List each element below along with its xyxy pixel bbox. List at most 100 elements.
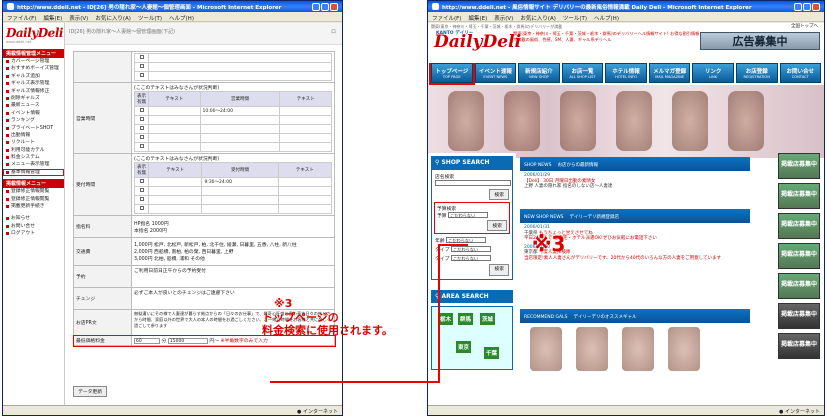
uketsuke-hours-input[interactable]: 9:30〜24:00: [201, 177, 279, 187]
nav-item[interactable]: イベント情報: [3, 110, 64, 117]
nav-item[interactable]: 利用可能カテル: [3, 147, 64, 154]
checkbox[interactable]: [139, 64, 144, 68]
shimei-textarea[interactable]: HP指名 1000円 本指名 2000円: [131, 215, 335, 238]
nav-item[interactable]: 出勤情報: [3, 132, 64, 139]
site-logo[interactable]: DailyDeli: [434, 32, 521, 52]
nav-item[interactable]: 最新ニュース: [3, 102, 64, 109]
menu-help[interactable]: ヘルプ(H): [169, 14, 194, 22]
nav-link[interactable]: リンク LINK: [692, 63, 734, 83]
photo-placeholder[interactable]: [622, 327, 654, 371]
menu-view[interactable]: 表示(V): [494, 14, 513, 22]
budget-select[interactable]: こだわらない: [448, 212, 489, 218]
area-chiba[interactable]: 千葉: [484, 347, 500, 359]
close-icon[interactable]: [330, 2, 338, 11]
photo-placeholder[interactable]: [616, 91, 652, 151]
checkbox[interactable]: [139, 117, 144, 121]
all-top-link[interactable]: 全国トップへ: [791, 23, 818, 29]
nav-item[interactable]: 削除ギャルズ: [3, 95, 64, 102]
detail-search-button[interactable]: 検索: [489, 264, 509, 276]
shop-name-input[interactable]: [435, 180, 511, 186]
data-update-button[interactable]: データ更新: [73, 386, 107, 397]
menu-favorites[interactable]: お気に入り(A): [95, 14, 131, 22]
nav-item[interactable]: プライベートSHOT: [3, 125, 64, 132]
nav-hotel[interactable]: ホテル情報 HOTEL INFO: [605, 63, 647, 83]
area-ibaraki[interactable]: 茨城: [480, 313, 496, 325]
nav-all-shop[interactable]: お店一覧 ALL SHOP LIST: [561, 63, 604, 83]
site-window-titlebar[interactable]: http://www.ddeli.net - 風俗情報サイト デリバリーの最新風…: [428, 1, 824, 12]
checkbox[interactable]: [139, 179, 144, 183]
side-ad[interactable]: 掲載店募集中: [778, 213, 820, 239]
photo-placeholder[interactable]: [530, 327, 562, 371]
nav-top-page[interactable]: トップページ TOP PAGE: [429, 61, 475, 85]
nav-new-shop[interactable]: 新規店紹介 NEW SHOP: [518, 63, 560, 83]
nav-item[interactable]: 登録修正情報閲覧: [3, 196, 64, 203]
menu-edit[interactable]: 編集(E): [468, 14, 487, 22]
checkbox[interactable]: [139, 206, 144, 210]
checkbox[interactable]: [139, 144, 144, 148]
yoyaku-textarea[interactable]: ご利用日前日正午からの予約受付: [131, 265, 335, 288]
change-textarea[interactable]: 必ずご本人が良いとのチェンジはご遠慮下さい: [131, 287, 335, 310]
nav-item[interactable]: ログアウト: [3, 230, 64, 237]
nav-item[interactable]: 料金システム: [3, 154, 64, 161]
checkbox[interactable]: [139, 188, 144, 192]
menu-tools[interactable]: ツール(T): [563, 14, 587, 22]
checkbox[interactable]: [139, 197, 144, 201]
saitei-minutes-input[interactable]: 60: [134, 338, 160, 344]
checkbox[interactable]: [139, 55, 144, 59]
side-ad[interactable]: 掲載店募集中: [778, 153, 820, 179]
photo-placeholder[interactable]: [560, 91, 596, 151]
area-tokyo[interactable]: 東京: [456, 341, 472, 353]
checkbox[interactable]: [139, 73, 144, 77]
kotsu-textarea[interactable]: 1,000円 松戸, 北松戸, 新松戸, 柏, 北千住, 綾瀬, 日暮里, 五香…: [131, 237, 335, 266]
nav-item[interactable]: カバーページ管理: [3, 58, 64, 65]
side-ad[interactable]: 掲載店募集中: [778, 243, 820, 269]
nav-item[interactable]: お問い合せ: [3, 223, 64, 230]
eigyo-hours-input[interactable]: 10:00〜24:00: [199, 106, 281, 116]
menu-file[interactable]: ファイル(F): [7, 14, 36, 22]
checkbox[interactable]: [139, 126, 144, 130]
nav-item-basic-info[interactable]: 基本情報管理: [3, 168, 64, 177]
budget-search-button[interactable]: 検索: [487, 220, 507, 231]
minimize-icon[interactable]: [794, 2, 802, 11]
side-ad[interactable]: 掲載店募集中: [778, 273, 820, 299]
area-tochigi[interactable]: 栃木: [438, 313, 454, 325]
nav-registration[interactable]: お店登録 REGISTRATION: [735, 63, 778, 83]
close-icon[interactable]: [812, 2, 820, 11]
menu-favorites[interactable]: お気に入り(A): [520, 14, 556, 22]
photo-placeholder[interactable]: [504, 91, 540, 151]
photo-placeholder[interactable]: [576, 327, 608, 371]
nav-item[interactable]: ギャルズ追加: [3, 73, 64, 80]
nav-item[interactable]: リクルート: [3, 139, 64, 146]
shop-search-button[interactable]: 検索: [489, 189, 509, 200]
admin-window-titlebar[interactable]: http://www.ddeli.net - ID[26] 男の隠れ家〜人妻館〜…: [3, 1, 342, 12]
nav-contact[interactable]: お問い合せ CONTACT: [779, 63, 822, 83]
nav-mail[interactable]: メルマガ登録 MAIL MAGAZINE: [648, 63, 691, 83]
nav-item[interactable]: おすすめボーイズ管理: [3, 65, 64, 72]
admin-logo[interactable]: DailyDeli www.ddeli.net: [3, 23, 64, 46]
nav-item[interactable]: メニュー表示管理: [3, 161, 64, 168]
type-select-2[interactable]: こだわらない: [450, 255, 491, 261]
nav-item[interactable]: ギャルズ情報修正: [3, 88, 64, 95]
type-select[interactable]: こだわらない: [450, 246, 491, 252]
nav-item[interactable]: ランキング: [3, 117, 64, 124]
area-gunma[interactable]: 群馬: [458, 313, 474, 325]
menu-view[interactable]: 表示(V): [69, 14, 88, 22]
menu-tools[interactable]: ツール(T): [138, 14, 162, 22]
nav-item[interactable]: ギャルズ表示管理: [3, 80, 64, 87]
photo-placeholder[interactable]: [668, 327, 700, 371]
menu-edit[interactable]: 編集(E): [43, 14, 62, 22]
nav-item[interactable]: 登録修正情報閲覧: [3, 188, 64, 195]
maximize-icon[interactable]: [803, 2, 811, 11]
photo-placeholder[interactable]: [728, 91, 764, 151]
age-select[interactable]: こだわらない: [446, 237, 487, 243]
menu-file[interactable]: ファイル(F): [432, 14, 461, 22]
side-ad[interactable]: 掲載店募集中: [778, 333, 820, 359]
nav-event-news[interactable]: イベント速報 EVENT NEWS: [474, 63, 517, 83]
ad-banner[interactable]: 広告募集中: [700, 32, 820, 50]
checkbox[interactable]: [139, 108, 144, 112]
maximize-icon[interactable]: [321, 2, 329, 11]
nav-item[interactable]: 掲載更新手続き: [3, 203, 64, 210]
menu-help[interactable]: ヘルプ(H): [594, 14, 619, 22]
checkbox[interactable]: [139, 135, 144, 139]
photo-placeholder[interactable]: [672, 91, 708, 151]
